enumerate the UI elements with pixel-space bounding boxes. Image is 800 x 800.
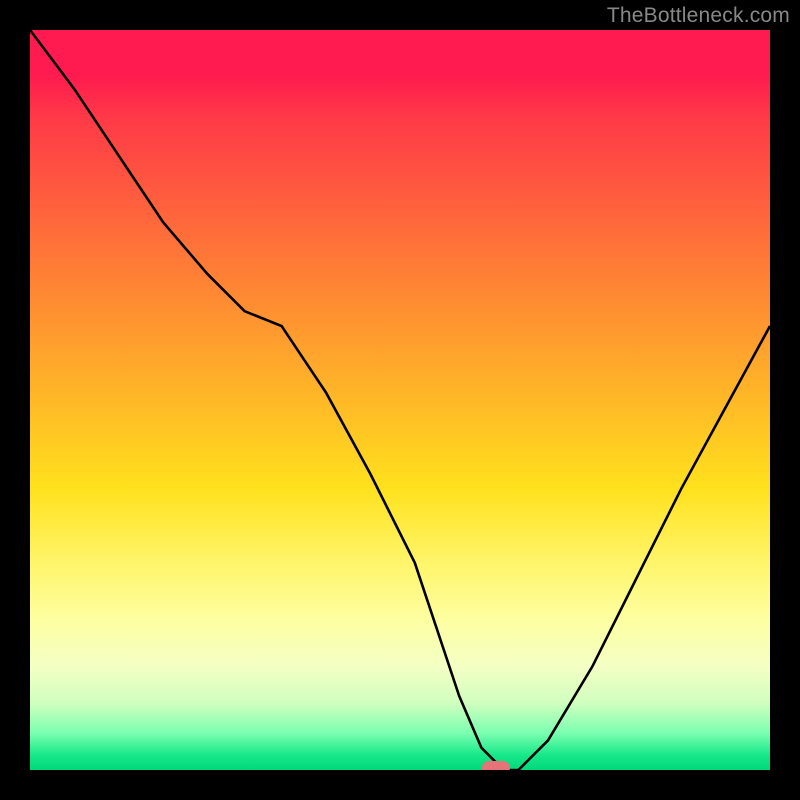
watermark-text: TheBottleneck.com (607, 4, 790, 28)
plot-area (30, 30, 770, 770)
chart-frame: TheBottleneck.com (0, 0, 800, 800)
bottleneck-curve (30, 30, 770, 770)
curve-path (30, 30, 770, 770)
minimum-marker (482, 761, 510, 770)
